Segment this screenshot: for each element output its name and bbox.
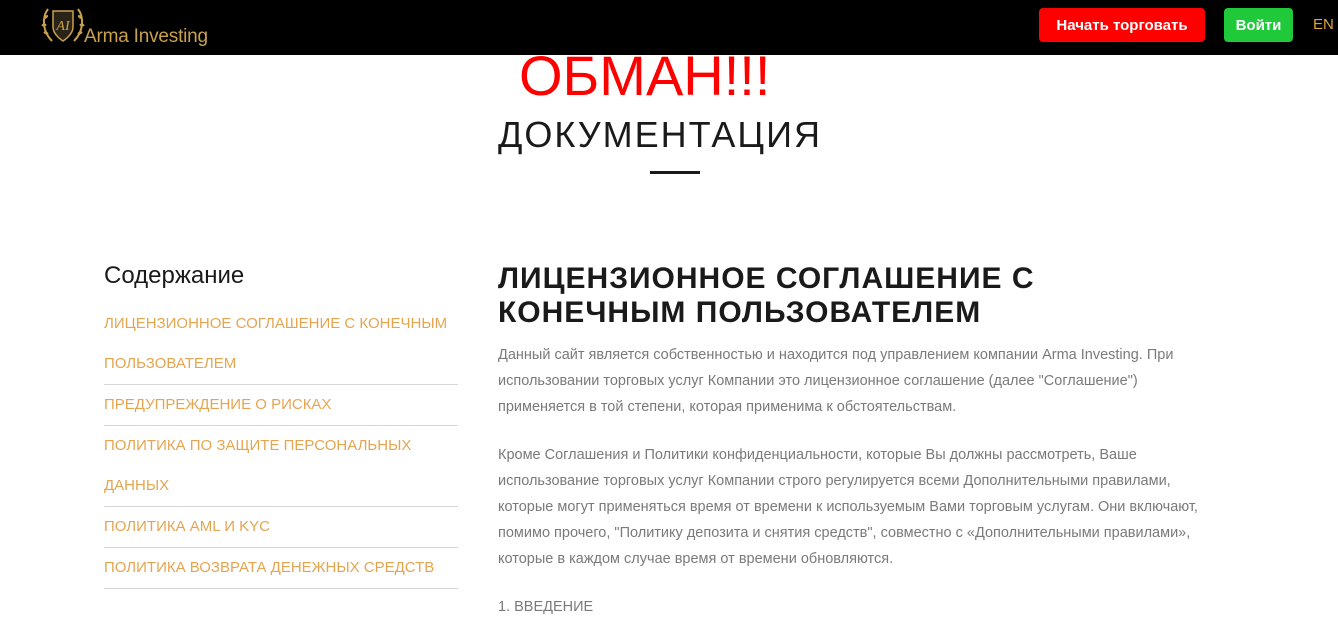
language-switcher[interactable]: EN: [1313, 16, 1334, 33]
section-heading-introduction: 1. ВВЕДЕНИЕ: [498, 599, 594, 615]
scam-warning-overlay: ОБМАН!!!: [519, 44, 771, 107]
login-button[interactable]: Войти: [1224, 8, 1293, 42]
table-of-contents: Содержание ЛИЦЕНЗИОННОЕ СОГЛАШЕНИЕ С КОН…: [104, 262, 458, 589]
toc-item-privacy-policy[interactable]: ПОЛИТИКА ПО ЗАЩИТЕ ПЕРСОНАЛЬНЫХ ДАННЫХ: [104, 426, 458, 507]
toc-item-aml-kyc[interactable]: ПОЛИТИКА AML И KYC: [104, 507, 458, 548]
logo-monogram: AI: [55, 19, 71, 34]
title-divider: [650, 171, 700, 174]
document-content: ЛИЦЕНЗИОННОЕ СОГЛАШЕНИЕ С КОНЕЧНЫМ ПОЛЬЗ…: [498, 262, 1228, 620]
document-paragraph: Данный сайт является собственностью и на…: [498, 347, 1174, 415]
toc-heading: Содержание: [104, 262, 245, 289]
page-title: ДОКУМЕНТАЦИЯ: [498, 114, 822, 155]
laurel-shield-icon: AI: [38, 3, 88, 49]
document-paragraph: Кроме Соглашения и Политики конфиденциал…: [498, 447, 1198, 567]
toc-item-eula[interactable]: ЛИЦЕНЗИОННОЕ СОГЛАШЕНИЕ С КОНЕЧНЫМ ПОЛЬЗ…: [104, 304, 458, 385]
brand-name: Arma Investing: [84, 26, 208, 47]
brand-logo[interactable]: AI Arma Investing: [38, 0, 208, 52]
toc-item-refund-policy[interactable]: ПОЛИТИКА ВОЗВРАТА ДЕНЕЖНЫХ СРЕДСТВ: [104, 548, 458, 589]
toc-item-risk-warning[interactable]: ПРЕДУПРЕЖДЕНИЕ О РИСКАХ: [104, 385, 458, 426]
start-trading-button[interactable]: Начать торговать: [1039, 8, 1205, 42]
document-title: ЛИЦЕНЗИОННОЕ СОГЛАШЕНИЕ С КОНЕЧНЫМ ПОЛЬЗ…: [498, 262, 1035, 329]
